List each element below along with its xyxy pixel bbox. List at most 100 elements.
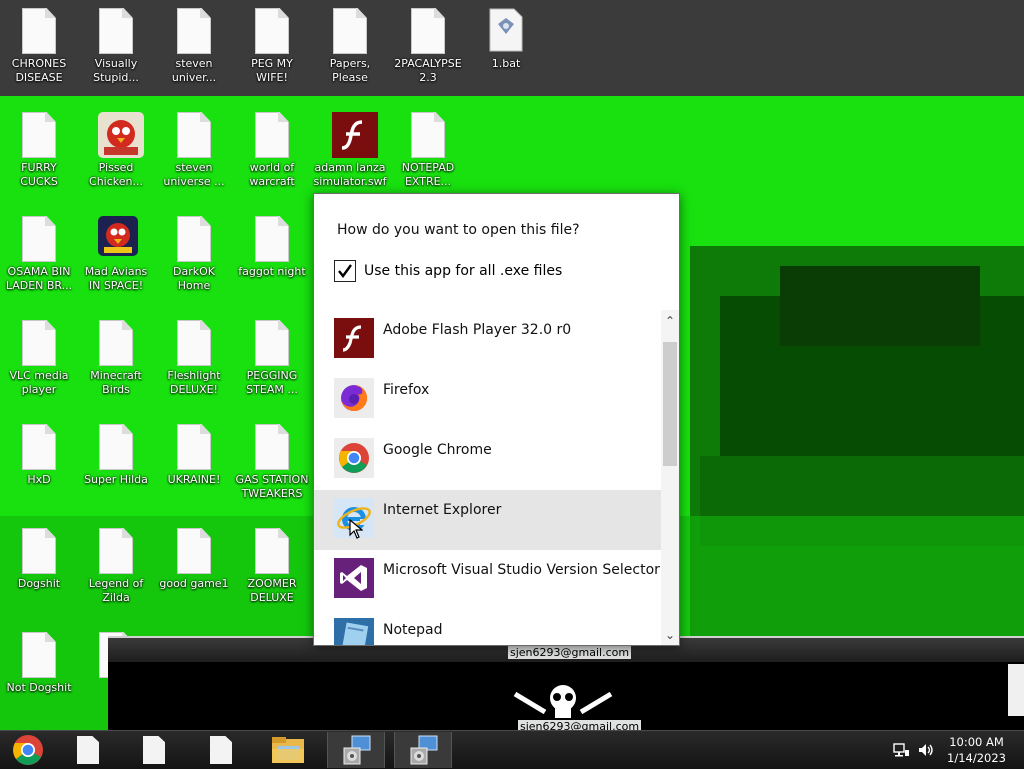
desktop-icon[interactable]: GAS STATION TWEAKERS [234,424,310,501]
mouse-cursor-icon [349,518,364,542]
desktop-icon-label: VLC media player [9,369,69,396]
file-icon [254,320,290,366]
desktop-icon[interactable]: UKRAINE! [156,424,232,487]
scroll-up-button[interactable]: ⌃ [661,310,679,332]
flash-icon [334,318,374,358]
desktop-icon[interactable]: Dogshit [1,528,77,591]
scroll-thumb[interactable] [663,342,677,466]
desktop-icon-label: PEG MY WIFE! [251,57,293,84]
file-icon [410,112,446,158]
desktop-icon[interactable]: world of warcraft [234,112,310,189]
app-list: Adobe Flash Player 32.0 r0 Firefox Google … [314,310,661,645]
taskbar-file-button[interactable] [193,732,249,768]
desktop-icon-label: ZOOMER DELUXE [247,577,297,604]
flash-icon [332,112,378,158]
desktop-icon[interactable]: faggot night [234,216,310,279]
file-icon [21,632,57,678]
taskbar-installer-button[interactable] [327,732,385,768]
always-use-row[interactable]: Use this app for all .exe files [334,260,562,282]
file-icon [254,112,290,158]
desktop-icon[interactable]: PEG MY WIFE! [234,8,310,85]
taskbar: 10:00 AM 1/14/2023 [0,730,1024,769]
desktop-icon[interactable]: Minecraft Birds [78,320,154,397]
app-option[interactable]: Notepad [314,610,661,645]
desktop-icon[interactable]: Pissed Chicken... [78,112,154,189]
desktop-icon-label: Dogshit [17,577,61,590]
file-icon [98,8,134,54]
file-icon [254,216,290,262]
desktop-icon[interactable]: Mad Avians IN SPACE! [78,216,154,293]
taskbar-file-button[interactable] [60,732,116,768]
desktop-icon[interactable]: Papers, Please [312,8,388,85]
file-icon [176,320,212,366]
desktop-icon[interactable]: HxD [1,424,77,487]
desktop-icon-label: PEGGING STEAM ... [246,369,298,396]
background-window-scrollbar[interactable] [1008,664,1024,716]
desktop-icon[interactable]: adamn lanza simulator.swf [312,112,388,189]
file-icon [21,8,57,54]
app-list-scrollbar[interactable]: ⌃ ⌄ [661,310,679,645]
desktop-icon-label: DarkOK Home [173,265,215,292]
desktop-icon[interactable]: steven universe ... [156,112,232,189]
desktop-icon[interactable]: CHRONES DISEASE [1,8,77,85]
desktop-icon-label: adamn lanza simulator.swf [313,161,387,188]
file-icon [21,528,57,574]
chevron-up-icon: ⌃ [664,314,676,328]
file-icon [21,424,57,470]
app-option[interactable]: Adobe Flash Player 32.0 r0 [314,310,661,370]
taskbar-file-explorer-button[interactable] [260,732,316,768]
volume-icon[interactable] [917,741,935,759]
installer-icon [343,735,371,765]
desktop-icon[interactable]: Fleshlight DELUXE! [156,320,232,397]
desktop-icon[interactable]: Not Dogshit [1,632,77,695]
desktop-icon-label: NOTEPAD EXTRE... [401,161,455,188]
app-option[interactable]: Google Chrome [314,430,661,490]
visual-studio-icon [334,558,374,598]
angry-birds-space-icon [98,216,138,260]
app-option-label: Notepad [383,622,443,638]
desktop-icon[interactable]: PEGGING STEAM ... [234,320,310,397]
scroll-down-button[interactable]: ⌄ [661,624,679,645]
app-option[interactable]: Internet Explorer [314,490,661,550]
desktop-icon[interactable]: VLC media player [1,320,77,397]
network-icon[interactable] [892,741,910,759]
file-icon [21,216,57,262]
desktop-icon[interactable]: OSAMA BIN LADEN BR... [1,216,77,293]
desktop-icon[interactable]: Visually Stupid... [78,8,154,85]
background-window[interactable]: sjen6293@gmail.com sjen6293@gmail.com [108,636,1024,733]
file-explorer-icon [272,737,304,763]
desktop-icon[interactable]: Super Hilda [78,424,154,487]
desktop-icon[interactable]: NOTEPAD EXTRE... [390,112,466,189]
desktop-icon[interactable]: DarkOK Home [156,216,232,293]
desktop-icon[interactable]: steven univer... [156,8,232,85]
desktop-icon-label: Fleshlight DELUXE! [167,369,221,396]
desktop-icon[interactable]: 1.bat [468,8,544,71]
app-option-label: Internet Explorer [383,502,502,518]
taskbar-installer-button[interactable] [394,732,452,768]
desktop-icon[interactable]: ZOOMER DELUXE [234,528,310,605]
chevron-down-icon: ⌄ [664,628,676,642]
app-option[interactable]: Microsoft Visual Studio Version Selector [314,550,661,610]
desktop-icon-label: good game1 [159,577,229,590]
desktop-icon-label: CHRONES DISEASE [11,57,67,84]
desktop-icon[interactable]: good game1 [156,528,232,591]
desktop-icon[interactable]: 2PACALYPSE 2.3 [390,8,466,85]
file-icon [176,112,212,158]
app-option[interactable]: Firefox [314,370,661,430]
file-icon [98,320,134,366]
desktop-icon[interactable]: FURRY CUCKS [1,112,77,189]
always-use-checkbox[interactable] [334,260,356,282]
notepad-icon [334,618,374,645]
file-icon [210,736,232,764]
file-icon [98,424,134,470]
desktop-icon-label: 2PACALYPSE 2.3 [394,57,462,84]
taskbar-clock[interactable]: 10:00 AM 1/14/2023 [947,734,1006,766]
taskbar-file-button[interactable] [126,732,182,768]
email-label-top: sjen6293@gmail.com [508,646,632,659]
file-icon [332,8,368,54]
firefox-icon [334,378,374,418]
app-option-label: Firefox [383,382,430,398]
desktop-icon[interactable]: Legend of Zilda [78,528,154,605]
taskbar-chrome-button[interactable] [0,732,56,768]
desktop-icon-label: world of warcraft [249,161,295,188]
